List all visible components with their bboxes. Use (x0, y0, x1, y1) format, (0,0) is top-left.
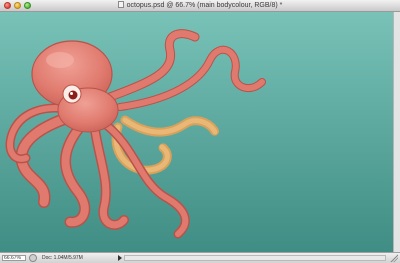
window-title: octopus.psd @ 66.7% (main bodycolour, RG… (126, 2, 283, 9)
photoshop-document-window: octopus.psd @ 66.7% (main bodycolour, RG… (0, 0, 400, 263)
horizontal-scrollbar[interactable] (124, 255, 386, 261)
document-info: Doc: 1.04M/5.97M (42, 255, 83, 261)
octopus-illustration (5, 29, 266, 239)
vertical-scrollbar[interactable] (393, 12, 400, 252)
window-title-container: octopus.psd @ 66.7% (main bodycolour, RG… (0, 1, 400, 11)
octopus-eye (62, 84, 82, 104)
zoom-level-field[interactable]: 66.67% (2, 255, 26, 261)
status-bar: 66.67% Doc: 1.04M/5.97M (0, 252, 400, 263)
resize-grip-icon[interactable] (389, 254, 398, 262)
info-menu-arrow-icon[interactable] (118, 255, 122, 261)
title-bar[interactable]: octopus.psd @ 66.7% (main bodycolour, RG… (0, 0, 400, 12)
document-icon (117, 1, 124, 8)
document-canvas[interactable] (0, 12, 393, 252)
status-icon[interactable] (29, 254, 37, 262)
